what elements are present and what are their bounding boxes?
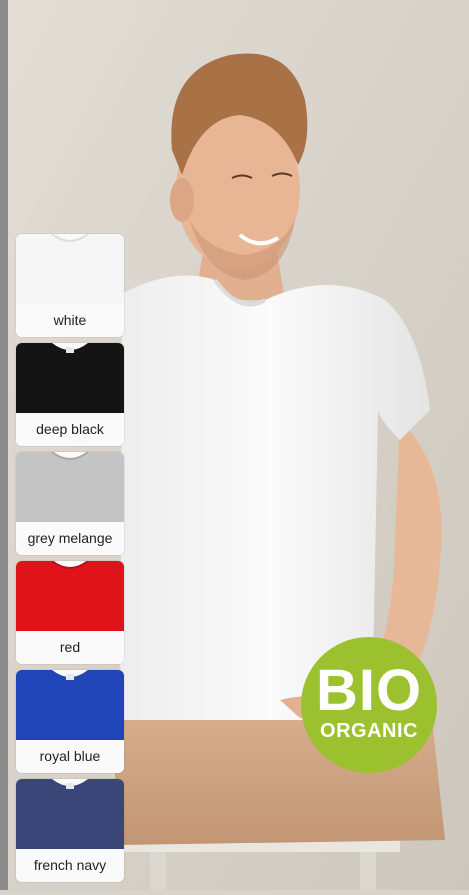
swatch-white[interactable]: white bbox=[16, 234, 124, 337]
badge-sub-text: ORGANIC bbox=[320, 720, 418, 742]
tshirt-red-icon bbox=[16, 561, 124, 631]
tshirt-black-icon bbox=[16, 343, 124, 413]
swatch-deep-black[interactable]: deep black bbox=[16, 343, 124, 446]
swatch-label: deep black bbox=[16, 413, 124, 446]
swatch-grey-melange[interactable]: grey melange bbox=[16, 452, 124, 555]
swatch-red[interactable]: red bbox=[16, 561, 124, 664]
bio-organic-badge: BIO ORGANIC bbox=[300, 636, 438, 774]
swatch-label: grey melange bbox=[16, 522, 124, 555]
swatch-royal-blue[interactable]: royal blue bbox=[16, 670, 124, 773]
swatch-french-navy[interactable]: french navy bbox=[16, 779, 124, 882]
tshirt-white-icon bbox=[16, 234, 124, 304]
tshirt-french-navy-icon bbox=[16, 779, 124, 849]
badge-main-text: BIO bbox=[315, 658, 423, 723]
tshirt-royal-blue-icon bbox=[16, 670, 124, 740]
tshirt-grey-icon bbox=[16, 452, 124, 522]
swatch-label: red bbox=[16, 631, 124, 664]
color-swatch-list: white deep black grey melange red royal … bbox=[16, 234, 124, 888]
swatch-label: french navy bbox=[16, 849, 124, 882]
swatch-label: royal blue bbox=[16, 740, 124, 773]
left-edge-bar bbox=[0, 0, 8, 890]
swatch-label: white bbox=[16, 304, 124, 337]
